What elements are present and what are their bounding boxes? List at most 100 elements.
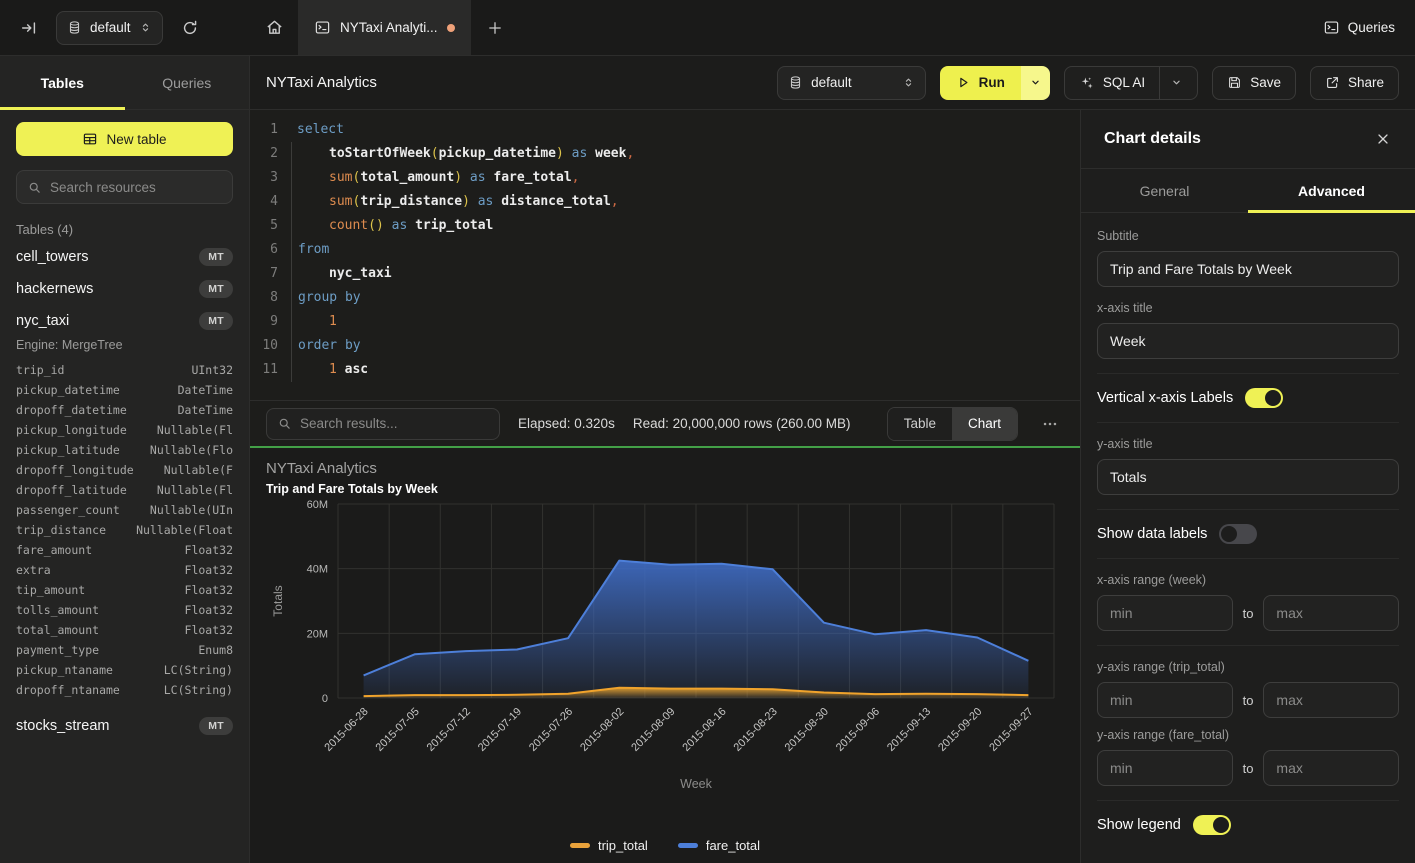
sidebar-table-hackernews[interactable]: hackernewsMT xyxy=(16,273,233,305)
to-label: to xyxy=(1243,606,1254,621)
chart-panel: NYTaxi Analytics Trip and Fare Totals by… xyxy=(250,448,1080,863)
code-line-5[interactable]: 5count() as trip_total xyxy=(250,214,1080,238)
run-label: Run xyxy=(979,75,1005,90)
sidebar-table-stocks_stream[interactable]: stocks_streamMT xyxy=(16,710,233,742)
divider xyxy=(1097,558,1399,559)
show-legend-toggle[interactable] xyxy=(1193,815,1231,835)
sidebar-tabs: Tables Queries xyxy=(0,56,249,110)
run-options-dropdown[interactable] xyxy=(1021,66,1050,100)
column-row-trip_id[interactable]: trip_idUInt32 xyxy=(16,360,233,380)
svg-text:Week: Week xyxy=(680,777,712,791)
code-line-1[interactable]: 1select xyxy=(250,118,1080,142)
tab-nytaxi-analytics[interactable]: NYTaxi Analyti... xyxy=(298,0,471,55)
run-button[interactable]: Run xyxy=(940,66,1050,100)
y-axis-title-label: y-axis title xyxy=(1097,437,1399,451)
x-range-min-input[interactable] xyxy=(1097,595,1233,631)
column-row-fare_amount[interactable]: fare_amountFloat32 xyxy=(16,540,233,560)
view-toggle-table[interactable]: Table xyxy=(888,408,952,440)
column-row-tolls_amount[interactable]: tolls_amountFloat32 xyxy=(16,600,233,620)
legend-swatch xyxy=(570,843,590,848)
save-button[interactable]: Save xyxy=(1212,66,1296,100)
sql-editor[interactable]: 1select2toStartOfWeek(pickup_datetime) a… xyxy=(250,110,1080,400)
y-range-trip-min-input[interactable] xyxy=(1097,682,1233,718)
subtitle-input[interactable] xyxy=(1097,251,1399,287)
view-toggle-chart[interactable]: Chart xyxy=(952,408,1017,440)
column-row-trip_distance[interactable]: trip_distanceNullable(Float xyxy=(16,520,233,540)
y-axis-title-input[interactable] xyxy=(1097,459,1399,495)
y-range-trip-max-input[interactable] xyxy=(1263,682,1399,718)
sql-ai-button[interactable]: SQL AI xyxy=(1064,66,1198,100)
line-number: 11 xyxy=(250,358,278,382)
show-data-labels-toggle[interactable] xyxy=(1219,524,1257,544)
view-toggle: Table Chart xyxy=(887,407,1018,441)
close-icon[interactable] xyxy=(1375,131,1391,147)
column-row-dropoff_longitude[interactable]: dropoff_longitudeNullable(F xyxy=(16,460,233,480)
code-line-9[interactable]: 91 xyxy=(250,310,1080,334)
code-line-10[interactable]: 10order by xyxy=(250,334,1080,358)
column-row-tip_amount[interactable]: tip_amountFloat32 xyxy=(16,580,233,600)
sidebar-tab-tables[interactable]: Tables xyxy=(0,56,125,109)
y-range-fare-min-input[interactable] xyxy=(1097,750,1233,786)
vertical-x-axis-labels-toggle[interactable] xyxy=(1245,388,1283,408)
y-range-fare-max-input[interactable] xyxy=(1263,750,1399,786)
details-body: Subtitle x-axis title Vertical x-axis La… xyxy=(1081,213,1415,863)
x-axis-range-label: x-axis range (week) xyxy=(1097,573,1399,587)
column-row-passenger_count[interactable]: passenger_countNullable(UIn xyxy=(16,500,233,520)
line-number: 2 xyxy=(250,142,278,166)
legend-item-trip_total[interactable]: trip_total xyxy=(570,838,648,853)
database-select[interactable]: default xyxy=(56,11,163,45)
column-row-dropoff_ntaname[interactable]: dropoff_ntanameLC(String) xyxy=(16,680,233,700)
code-line-7[interactable]: 7nyc_taxi xyxy=(250,262,1080,286)
code-line-2[interactable]: 2toStartOfWeek(pickup_datetime) as week, xyxy=(250,142,1080,166)
column-row-pickup_latitude[interactable]: pickup_latitudeNullable(Flo xyxy=(16,440,233,460)
column-row-total_amount[interactable]: total_amountFloat32 xyxy=(16,620,233,640)
divider xyxy=(1097,373,1399,374)
sidebar-content: New table Tables (4) cell_towersMThacker… xyxy=(0,110,249,863)
tab-title: NYTaxi Analyti... xyxy=(340,20,438,35)
new-table-label: New table xyxy=(106,132,166,147)
column-row-extra[interactable]: extraFloat32 xyxy=(16,560,233,580)
code-line-8[interactable]: 8group by xyxy=(250,286,1080,310)
tab-advanced[interactable]: Advanced xyxy=(1248,169,1415,212)
collapse-sidebar-icon[interactable] xyxy=(14,13,44,43)
y-axis-range-fare-label: y-axis range (fare_total) xyxy=(1097,728,1399,742)
sidebar-table-nyc_taxi[interactable]: nyc_taxiMT xyxy=(16,305,233,337)
home-button[interactable] xyxy=(250,0,298,55)
chevron-down-icon[interactable] xyxy=(1170,76,1183,89)
queries-button[interactable]: Queries xyxy=(1303,0,1415,55)
x-axis-title-input[interactable] xyxy=(1097,323,1399,359)
share-button[interactable]: Share xyxy=(1310,66,1399,100)
line-number: 4 xyxy=(250,190,278,214)
new-table-button[interactable]: New table xyxy=(16,122,233,156)
column-row-dropoff_latitude[interactable]: dropoff_latitudeNullable(Fl xyxy=(16,480,233,500)
area-chart[interactable]: 020M40M60MTotals2015-06-282015-07-052015… xyxy=(266,496,1064,836)
sidebar-table-cell_towers[interactable]: cell_towersMT xyxy=(16,241,233,273)
column-row-dropoff_datetime[interactable]: dropoff_datetimeDateTime xyxy=(16,400,233,420)
code-line-11[interactable]: 111 asc xyxy=(250,358,1080,382)
column-row-pickup_longitude[interactable]: pickup_longitudeNullable(Fl xyxy=(16,420,233,440)
svg-text:2015-08-16: 2015-08-16 xyxy=(680,706,728,754)
svg-text:40M: 40M xyxy=(307,564,328,576)
query-database-select[interactable]: default xyxy=(777,66,926,100)
legend-item-fare_total[interactable]: fare_total xyxy=(678,838,760,853)
new-tab-button[interactable] xyxy=(471,0,519,55)
results-search[interactable] xyxy=(266,408,500,440)
query-database-value: default xyxy=(811,75,852,90)
x-range-max-input[interactable] xyxy=(1263,595,1399,631)
sidebar-tab-queries[interactable]: Queries xyxy=(125,56,250,109)
column-row-pickup_ntaname[interactable]: pickup_ntanameLC(String) xyxy=(16,660,233,680)
code-line-6[interactable]: 6from xyxy=(250,238,1080,262)
sidebar-search-input[interactable] xyxy=(50,180,227,195)
code-line-4[interactable]: 4sum(trip_distance) as distance_total, xyxy=(250,190,1080,214)
column-row-payment_type[interactable]: payment_typeEnum8 xyxy=(16,640,233,660)
sidebar-search[interactable] xyxy=(16,170,233,204)
y-axis-range-trip-label: y-axis range (trip_total) xyxy=(1097,660,1399,674)
more-options-button[interactable] xyxy=(1036,410,1064,438)
results-search-input[interactable] xyxy=(300,416,489,431)
code-line-3[interactable]: 3sum(total_amount) as fare_total, xyxy=(250,166,1080,190)
column-row-pickup_datetime[interactable]: pickup_datetimeDateTime xyxy=(16,380,233,400)
chevron-updown-icon xyxy=(902,76,915,89)
tab-general[interactable]: General xyxy=(1081,169,1248,212)
refresh-icon[interactable] xyxy=(175,13,205,43)
svg-text:2015-08-23: 2015-08-23 xyxy=(732,706,780,754)
